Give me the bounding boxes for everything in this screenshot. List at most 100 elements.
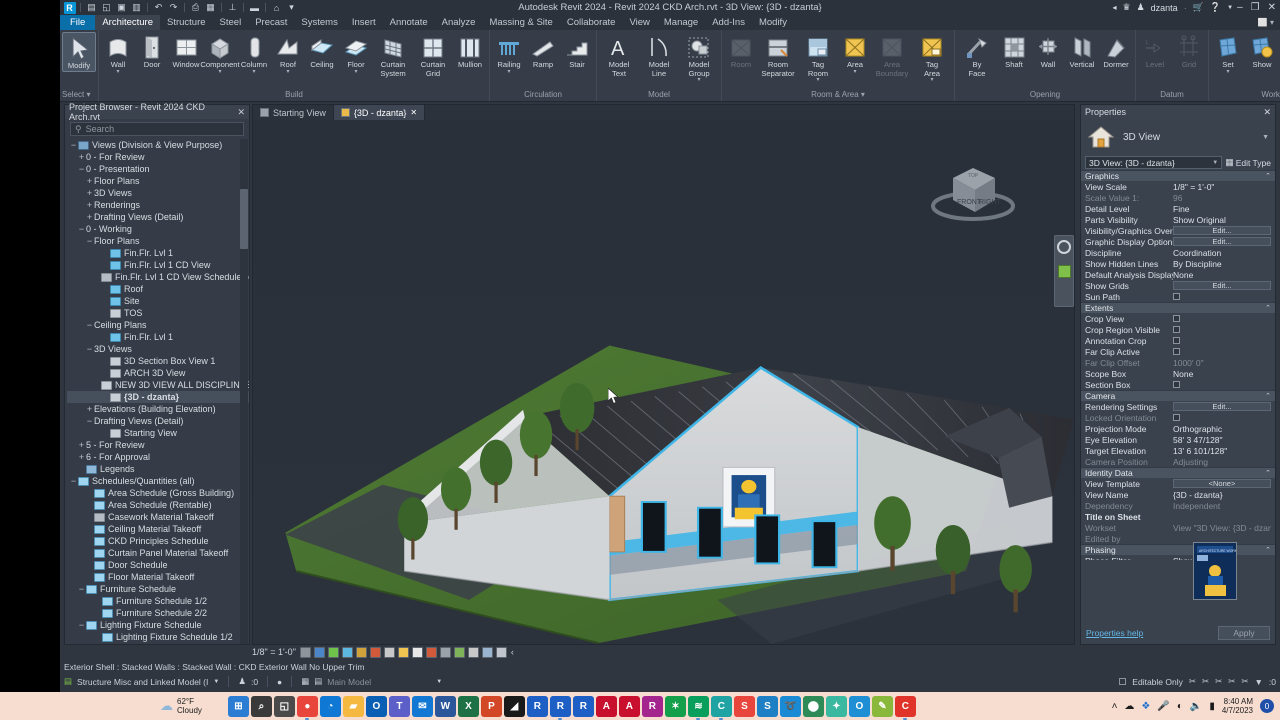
- tree-item[interactable]: − Schedules/Quantities (all): [67, 475, 249, 487]
- chevron-down-icon[interactable]: ▾: [116, 69, 119, 75]
- property-edit-button[interactable]: Edit...: [1173, 237, 1271, 246]
- ribbon-button-roof[interactable]: Roof ▾: [271, 32, 305, 75]
- property-group-header[interactable]: Identity Data ⌃: [1081, 467, 1275, 478]
- property-row[interactable]: Crop View: [1081, 313, 1275, 324]
- ribbon-button-model-line[interactable]: Model Line: [639, 32, 679, 78]
- tree-item[interactable]: Area Schedule (Gross Building): [67, 487, 249, 499]
- tree-item[interactable]: Legends: [67, 463, 249, 475]
- property-value[interactable]: Coordination: [1173, 248, 1271, 258]
- 3d-view-canvas[interactable]: FRONT RIGHT TOP: [253, 120, 1074, 644]
- property-row[interactable]: Target Elevation 13' 6 101/128": [1081, 445, 1275, 456]
- property-edit-button[interactable]: Edit...: [1173, 226, 1271, 235]
- steering-wheel-icon[interactable]: [1057, 240, 1071, 254]
- tree-item[interactable]: CKD Principles Schedule: [67, 535, 249, 547]
- editing-requests-icon[interactable]: ♟: [238, 676, 246, 687]
- autocad-icon-2[interactable]: A: [618, 695, 640, 717]
- ribbon-button-model-text[interactable]: A Model Text: [599, 32, 639, 78]
- project-browser-search[interactable]: ⚲ Search: [70, 122, 244, 136]
- collapse-icon[interactable]: −: [69, 140, 78, 150]
- ribbon-tab-strip[interactable]: File Architecture Structure Steel Precast Sys…: [60, 15, 1280, 30]
- tree-item[interactable]: − Lighting Fixture Schedule: [67, 619, 249, 631]
- ribbon-button-wall-opening[interactable]: Wall: [1031, 32, 1065, 70]
- property-edit-button[interactable]: Edit...: [1173, 281, 1271, 290]
- ribbon-tab-precast[interactable]: Precast: [248, 15, 294, 30]
- property-value[interactable]: Adjusting: [1173, 457, 1271, 467]
- tag-icon[interactable]: ▬: [248, 2, 261, 14]
- design-option-grid-icon[interactable]: ▤: [314, 676, 322, 687]
- ribbon-button-cursor-arrow[interactable]: Modify: [62, 32, 96, 72]
- property-value[interactable]: None: [1173, 369, 1271, 379]
- sketchup-icon[interactable]: S: [733, 695, 755, 717]
- help-icon[interactable]: ❔: [1210, 2, 1221, 13]
- tree-item[interactable]: {3D - dzanta}: [67, 391, 249, 403]
- temporary-hide-isolate-icon[interactable]: [425, 646, 437, 658]
- property-row[interactable]: Discipline Coordination: [1081, 247, 1275, 258]
- detail-level-icon[interactable]: [313, 646, 325, 658]
- property-row[interactable]: Far Clip Offset 1000' 0": [1081, 357, 1275, 368]
- tree-item[interactable]: − Ceiling Plans: [67, 319, 249, 331]
- zoom-tool-icon[interactable]: [1057, 265, 1071, 278]
- chevron-down-icon[interactable]: ▾: [354, 69, 357, 75]
- wifi-icon[interactable]: ◐: [1177, 701, 1183, 712]
- design-options-icon[interactable]: ●: [277, 677, 282, 687]
- property-row[interactable]: Scope Box None: [1081, 368, 1275, 379]
- view-control-more[interactable]: ‹: [511, 647, 514, 657]
- temporary-view-properties-icon[interactable]: [453, 646, 465, 658]
- collapse-icon[interactable]: −: [77, 164, 86, 174]
- help-dropdown-icon[interactable]: ▼: [1227, 5, 1233, 11]
- property-row[interactable]: View Name {3D - dzanta}: [1081, 489, 1275, 500]
- tree-item[interactable]: − Furniture Schedule: [67, 583, 249, 595]
- collapse-icon[interactable]: −: [77, 584, 86, 594]
- tree-item[interactable]: − Floor Plans: [67, 235, 249, 247]
- worksets-dropdown-icon[interactable]: ▼: [213, 679, 219, 685]
- property-row[interactable]: Workset View "3D View: {3D - dzant...: [1081, 522, 1275, 533]
- close-icon[interactable]: ✕: [410, 108, 417, 117]
- tree-item[interactable]: Roof: [67, 283, 249, 295]
- chevron-down-icon[interactable]: ▾: [218, 69, 221, 75]
- view-scale-label[interactable]: 1/8" = 1'-0": [252, 647, 296, 657]
- view-tab[interactable]: Starting View: [253, 105, 334, 120]
- tree-item[interactable]: Lighting Fixture Schedule 2/2: [67, 643, 249, 644]
- ribbon-button-show-work-plane[interactable]: Show: [1245, 32, 1279, 70]
- property-checkbox[interactable]: [1173, 337, 1180, 344]
- ribbon-panel[interactable]: Modify Select ▾ Wall ▾ Door Window Component ▾ C…: [60, 30, 1280, 102]
- property-row[interactable]: Section Box: [1081, 379, 1275, 390]
- property-checkbox[interactable]: [1173, 381, 1180, 388]
- tree-item[interactable]: Fin.Flr. Lvl 1 CD View Schedule on She: [67, 271, 249, 283]
- restore-button[interactable]: ❐: [1251, 2, 1260, 13]
- tree-item[interactable]: −0 - Working: [67, 223, 249, 235]
- revit-icon-2[interactable]: R: [549, 695, 571, 717]
- ribbon-button-curtain-grid[interactable]: Curtain Grid: [413, 32, 453, 78]
- property-edit-button[interactable]: Edit...: [1173, 402, 1271, 411]
- property-row[interactable]: View Scale 1/8" = 1'-0": [1081, 181, 1275, 192]
- ribbon-tab-architecture[interactable]: Architecture: [95, 15, 160, 30]
- property-group-header[interactable]: Phasing ⌃: [1081, 544, 1275, 555]
- tree-item[interactable]: Casework Material Takeoff: [67, 511, 249, 523]
- revit-icon-3[interactable]: R: [572, 695, 594, 717]
- tree-item[interactable]: −3D Views: [67, 343, 249, 355]
- expand-icon[interactable]: +: [85, 200, 94, 210]
- recap-icon[interactable]: ≋: [687, 695, 709, 717]
- file-explorer-icon[interactable]: ▰: [342, 695, 364, 717]
- view-cube[interactable]: FRONT RIGHT TOP: [927, 150, 1019, 230]
- notification-badge[interactable]: 0: [1260, 699, 1274, 713]
- tree-item[interactable]: −0 - Presentation: [67, 163, 249, 175]
- property-value[interactable]: Fine: [1173, 204, 1271, 214]
- property-row[interactable]: Locked Orientation: [1081, 412, 1275, 423]
- chevron-up-icon[interactable]: ⌃: [1265, 172, 1271, 180]
- customize-qat-icon[interactable]: ▾: [285, 2, 298, 14]
- open-project-icon[interactable]: ◱: [100, 2, 113, 14]
- tree-item[interactable]: +3D Views: [67, 187, 249, 199]
- lock-3d-view-icon[interactable]: [411, 646, 423, 658]
- user-name[interactable]: dzanta: [1151, 3, 1178, 13]
- quick-access-toolbar[interactable]: R ▤ ◱ ▣ ▥ ↶ ↷ ⎙ ▦ ⊥ ▬ ⌂ ▾: [60, 1, 298, 14]
- collapse-icon[interactable]: −: [85, 236, 94, 246]
- tree-item[interactable]: − Views (Division & View Purpose): [67, 139, 249, 151]
- chevron-down-icon[interactable]: ▾: [697, 77, 700, 83]
- tree-item[interactable]: +0 - For Review: [67, 151, 249, 163]
- search-button[interactable]: ⌕: [250, 695, 272, 717]
- project-browser-close-icon[interactable]: ✕: [237, 107, 245, 118]
- expand-icon[interactable]: +: [85, 176, 94, 186]
- project-browser[interactable]: Project Browser - Revit 2024 CKD Arch.rv…: [64, 102, 250, 645]
- property-checkbox[interactable]: [1173, 326, 1180, 333]
